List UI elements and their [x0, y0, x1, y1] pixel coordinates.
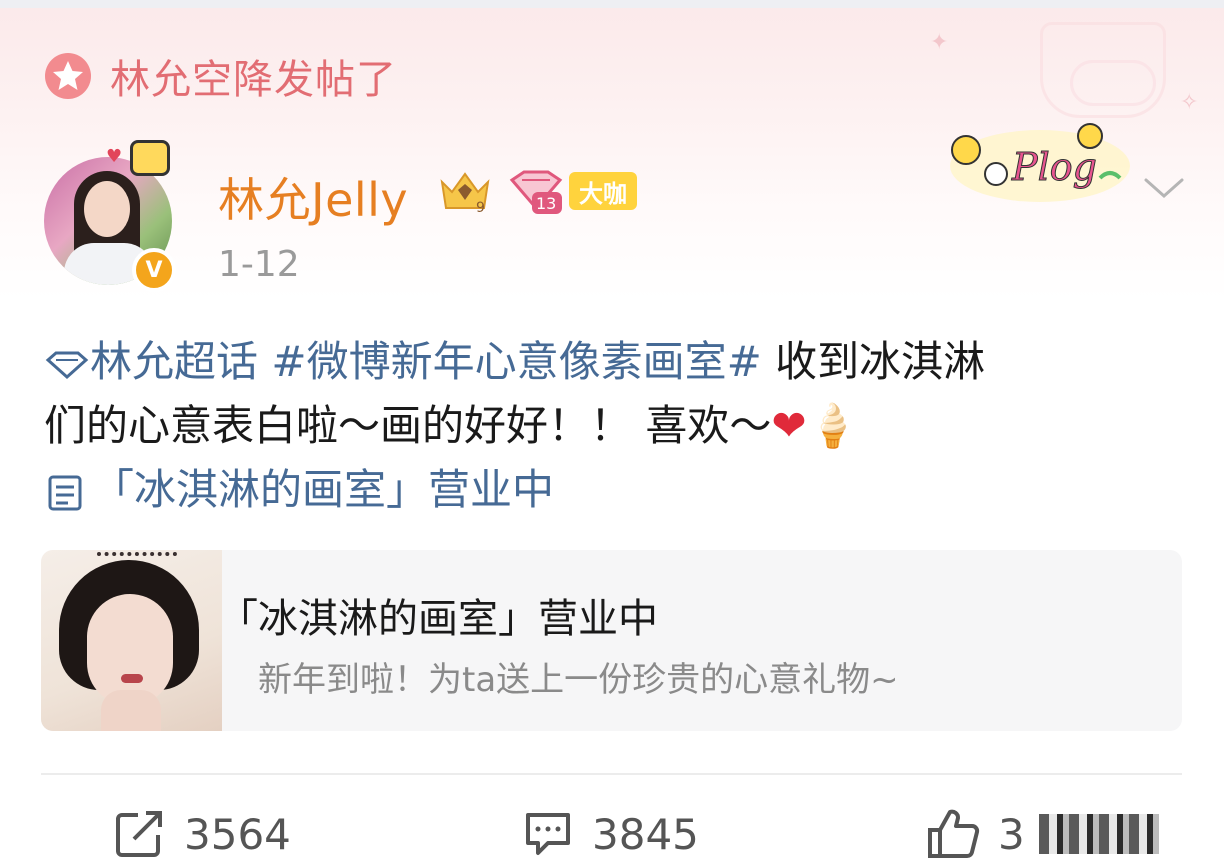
repost-count: 3564	[184, 809, 291, 859]
supertopic-diamond-icon	[45, 351, 89, 379]
supertopic-link[interactable]: 林允超话	[44, 337, 258, 386]
member-level-badge-icon[interactable]: 13	[508, 168, 564, 216]
plog-sticker-text: Plog	[1011, 145, 1097, 189]
airdrop-text: 林允空降发帖了	[110, 57, 397, 103]
daka-badge[interactable]: 大咖	[569, 172, 637, 210]
plog-sticker: Plog	[940, 118, 1130, 206]
username[interactable]: 林允Jelly	[218, 164, 408, 230]
censored-like-count	[1038, 814, 1159, 854]
top-divider	[0, 0, 1224, 8]
post-text-line2: 们的心意表白啦～画的好好！！ 喜欢～	[44, 401, 772, 450]
like-button[interactable]: 3	[926, 806, 1159, 862]
ice-cream-emoji: 🍦	[806, 401, 859, 450]
sparkle-decoration: ✦	[930, 30, 949, 55]
comment-button[interactable]: 3845	[522, 806, 699, 862]
repost-icon	[116, 811, 162, 857]
heart-emoji: ❤	[771, 401, 807, 450]
sparkle-decoration: ✧	[1180, 90, 1199, 115]
card-thumbnail	[41, 550, 222, 731]
article-icon	[48, 475, 82, 510]
thumbs-up-icon	[928, 809, 980, 858]
crown-vip-badge-icon[interactable]: 9	[436, 168, 494, 216]
member-level-text: 13	[536, 194, 556, 213]
card-subtitle: 新年到啦！为ta送上一份珍贵的心意礼物~	[258, 660, 899, 700]
card-title[interactable]: 「冰淇淋的画室」营业中	[218, 586, 658, 644]
airdrop-header[interactable]: 林允空降发帖了	[44, 50, 397, 103]
crown-level-text: 9	[476, 200, 485, 216]
article-link[interactable]: 「冰淇淋的画室」营业中	[44, 465, 554, 514]
post-text-line1: 收到冰淇淋	[761, 337, 986, 386]
comment-count: 3845	[592, 809, 699, 859]
heart-sticker-icon: ♥	[106, 146, 123, 167]
star-badge-icon	[44, 52, 92, 100]
camera-sticker-icon	[130, 140, 170, 176]
hashtag-link[interactable]: #微博新年心意像素画室#	[271, 337, 761, 386]
actions-divider	[41, 773, 1182, 775]
chevron-down-icon[interactable]	[1142, 172, 1186, 202]
crown-decoration-base	[1070, 60, 1156, 106]
comment-icon	[526, 813, 570, 855]
post-date: 1-12	[218, 244, 300, 285]
verified-v-icon: V	[132, 248, 176, 292]
repost-button[interactable]: 3564	[114, 806, 291, 862]
like-count: 3	[998, 809, 1025, 859]
post-content: 林允超话 #微博新年心意像素画室# 收到冰淇淋 们的心意表白啦～画的好好！！ 喜…	[44, 330, 1184, 522]
